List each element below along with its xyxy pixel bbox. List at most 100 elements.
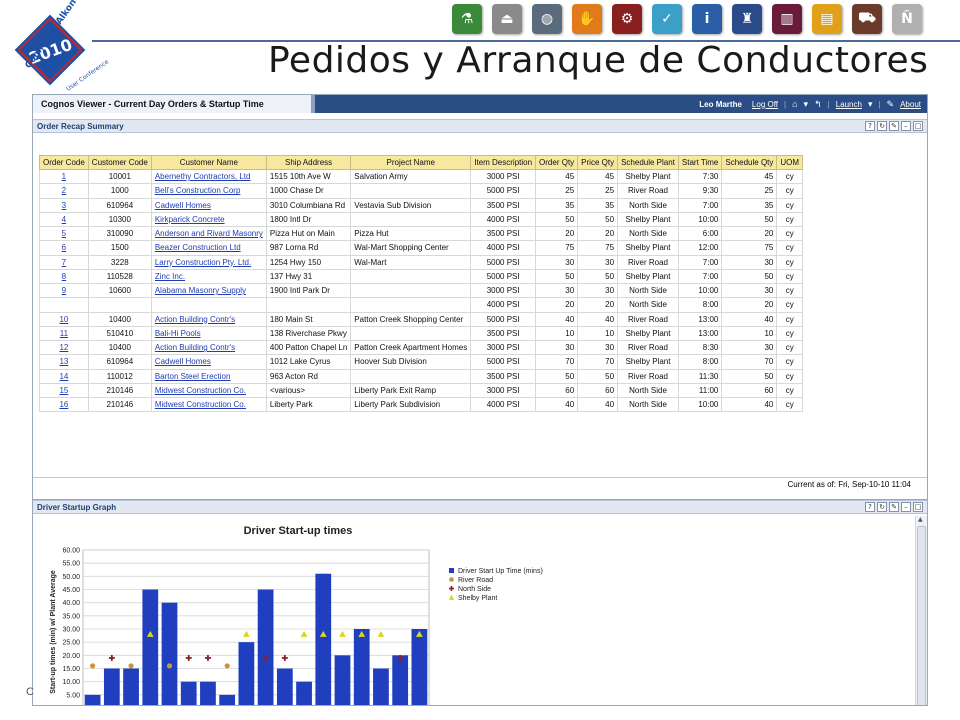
chevron-down-icon[interactable]: ▾ (804, 99, 809, 110)
order-code-link[interactable]: 6 (62, 243, 66, 252)
customer-name-link[interactable]: Bali-Hi Pools (155, 329, 201, 338)
order-code-link[interactable]: 3 (62, 201, 66, 210)
help-icon[interactable]: ? (865, 121, 875, 131)
table-cell: 50 (721, 368, 778, 384)
customer-name-link[interactable]: Beazer Construction Ltd (155, 243, 241, 252)
folder-icon[interactable]: ▤ (812, 4, 842, 34)
table-cell: 7:00 (677, 268, 723, 285)
table-cell: Liberty Park (265, 396, 352, 413)
table-cell: 4000 PSI (470, 211, 537, 228)
edit-icon[interactable]: ✎ (887, 99, 895, 110)
flask-icon[interactable]: ⚗ (452, 4, 482, 34)
about-link[interactable]: About (900, 100, 921, 109)
info-icon[interactable]: i (692, 4, 722, 34)
order-code-link[interactable]: 16 (59, 400, 68, 409)
customer-name-link[interactable]: Alabama Masonry Supply (155, 286, 246, 295)
order-code-link[interactable]: 8 (62, 272, 66, 281)
table-cell: 138 Riverchase Pkwy (265, 325, 352, 342)
home-icon[interactable]: ⌂ (792, 99, 797, 109)
bar (411, 629, 428, 705)
table-cell: 3500 PSI (470, 197, 537, 213)
order-recap-header: Order Recap Summary ? ↻ ✎ – □ (33, 119, 927, 133)
vertical-scrollbar[interactable]: ▲ (915, 516, 927, 705)
n-tilde-icon[interactable]: Ñ (892, 4, 922, 34)
order-code-link[interactable]: 11 (60, 329, 68, 338)
launch-menu[interactable]: Launch (836, 100, 862, 109)
customer-name-link[interactable]: Abernethy Contractors, Ltd (155, 172, 251, 181)
order-code-link[interactable]: 5 (62, 229, 66, 238)
checkmark-icon[interactable]: ✓ (652, 4, 682, 34)
table-cell: Wal-Mart (350, 254, 472, 270)
table-cell: 8 (39, 268, 89, 285)
order-recap-title: Order Recap Summary (37, 121, 124, 131)
bar (103, 668, 120, 705)
edit-icon[interactable]: ✎ (889, 502, 899, 512)
customer-name-link[interactable]: Action Building Contr's (155, 343, 235, 352)
table-cell: Shelby Plant (617, 268, 679, 285)
minimize-icon[interactable]: – (901, 502, 911, 512)
table-cell: Patton Creek Shopping Center (350, 311, 472, 327)
table-cell: 40 (577, 396, 619, 413)
scale-icon[interactable]: ⏏ (492, 4, 522, 34)
scroll-thumb[interactable] (917, 526, 926, 705)
column-header: Ship Address (265, 155, 352, 170)
globe-icon[interactable]: ◍ (532, 4, 562, 34)
table-cell: Shelby Plant (617, 325, 679, 342)
customer-name-link[interactable]: Midwest Construction Co. (155, 400, 246, 409)
table-cell: cy (776, 197, 804, 213)
return-icon[interactable]: ↰ (814, 99, 822, 110)
gears-icon[interactable]: ⚙ (612, 4, 642, 34)
bar (84, 694, 101, 705)
table-cell: 8:00 (677, 354, 723, 370)
customer-name-link[interactable]: Anderson and Rivard Masonry (155, 229, 263, 238)
help-icon[interactable]: ? (865, 502, 875, 512)
order-code-link[interactable]: 1 (62, 172, 66, 181)
customer-name-link[interactable]: Kirkparick Concrete (155, 215, 225, 224)
table-cell: 20 (577, 225, 619, 242)
order-code-link[interactable]: 13 (59, 357, 68, 366)
refresh-icon[interactable]: ↻ (877, 502, 887, 512)
maximize-icon[interactable]: □ (913, 121, 923, 131)
edit-icon[interactable]: ✎ (889, 121, 899, 131)
columns-icon[interactable]: ▥ (772, 4, 802, 34)
customer-name-link[interactable]: Zinc Inc. (155, 272, 185, 281)
chevron-down-icon[interactable]: ▾ (868, 99, 873, 110)
table-cell: 30 (577, 339, 619, 356)
customer-name-link[interactable]: Barton Steel Erection (155, 372, 231, 381)
customer-name-link[interactable]: Cadwell Homes (155, 201, 211, 210)
table-cell: 1012 Lake Cyrus (265, 354, 352, 370)
order-code-link[interactable]: 12 (59, 343, 68, 352)
order-code-link[interactable]: 10 (59, 315, 68, 324)
table-cell: North Side (617, 197, 679, 213)
hand-icon[interactable]: ✋ (572, 4, 602, 34)
column-header: Customer Name (150, 155, 267, 170)
table-cell: 7 (39, 254, 89, 270)
table-cell: 20 (721, 225, 778, 242)
order-code-link[interactable]: 2 (62, 186, 66, 195)
bar (161, 602, 178, 705)
customer-name-link[interactable]: Larry Construction Pty. Ltd. (155, 258, 251, 267)
order-code-link[interactable]: 9 (62, 286, 66, 295)
table-cell: 75 (577, 240, 619, 256)
order-code-link[interactable]: 7 (62, 258, 66, 267)
table-cell: 30 (721, 339, 778, 356)
table-body: 1 10001 Abernethy Contractors, Ltd 1515 10t… (39, 168, 804, 413)
order-code-link[interactable]: 15 (59, 386, 68, 395)
order-code-link[interactable]: 4 (62, 215, 66, 224)
column-header: Start Time (677, 155, 723, 170)
order-code-link[interactable]: 14 (59, 372, 68, 381)
maximize-icon[interactable]: □ (913, 502, 923, 512)
legend-label: River Road (458, 577, 493, 584)
customer-name-link[interactable]: Action Building Contr's (155, 315, 235, 324)
log-off-link[interactable]: Log Off (752, 100, 778, 109)
customer-name-link[interactable]: Cadwell Homes (155, 357, 211, 366)
minimize-icon[interactable]: – (901, 121, 911, 131)
customer-name-link[interactable]: Bell's Construction Corp (155, 186, 241, 195)
customer-name-link[interactable]: Midwest Construction Co. (155, 386, 246, 395)
scroll-up-arrow[interactable]: ▲ (918, 516, 923, 523)
driver-icon[interactable]: ♜ (732, 4, 762, 34)
table-cell (350, 297, 472, 313)
truck-icon[interactable]: ⛟ (852, 4, 882, 34)
refresh-icon[interactable]: ↻ (877, 121, 887, 131)
chart-title: Driver Start-up times (244, 525, 353, 537)
